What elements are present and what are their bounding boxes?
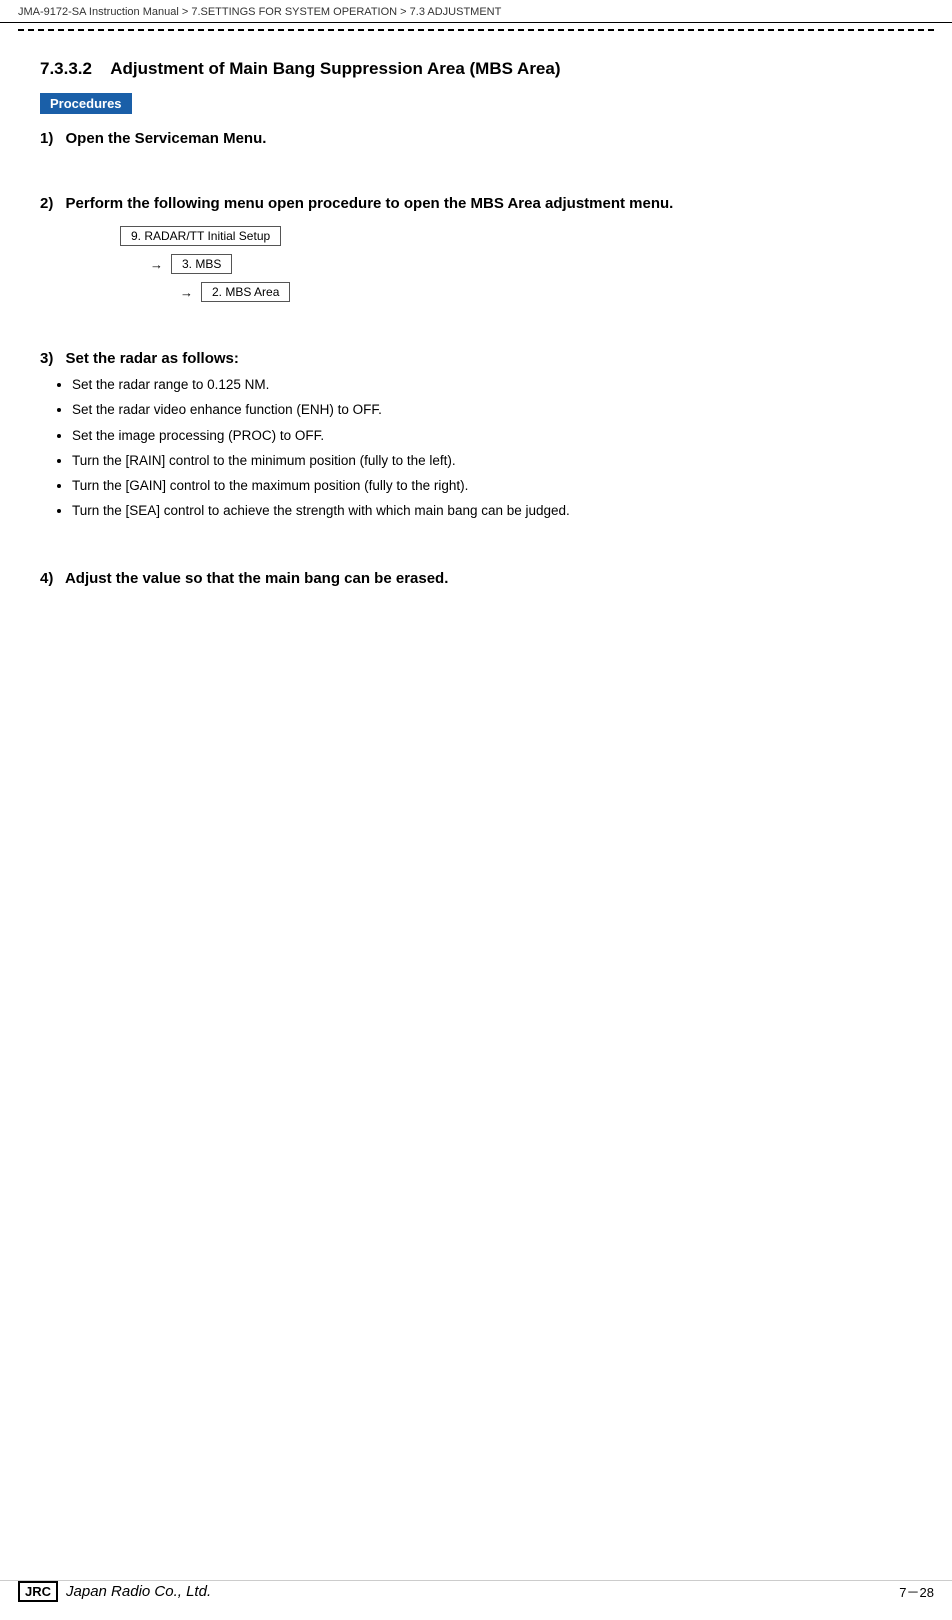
bullet-6: Turn the [SEA] control to achieve the st… <box>72 501 912 521</box>
step-2-text: Perform the following menu open procedur… <box>66 195 674 212</box>
step-4-number: 4) <box>40 570 53 587</box>
arrow-1: → <box>150 257 163 272</box>
menu-row-1: 9. RADAR/TT Initial Setup <box>120 226 912 246</box>
step-3-text: Set the radar as follows: <box>66 350 239 367</box>
menu-row-2: → 3. MBS <box>150 254 912 274</box>
page-number: 7－28 <box>899 1582 934 1601</box>
bullet-2: Set the radar video enhance function (EN… <box>72 400 912 420</box>
arrow-2: → <box>180 285 193 300</box>
procedures-badge: Procedures <box>40 93 132 114</box>
bullet-5: Turn the [GAIN] control to the maximum p… <box>72 476 912 496</box>
jrc-label: JRC <box>18 1581 58 1602</box>
section-heading: 7.3.3.2 Adjustment of Main Bang Suppress… <box>40 59 912 79</box>
bullet-4: Turn the [RAIN] control to the minimum p… <box>72 451 912 471</box>
section-number: 7.3.3.2 <box>40 59 92 78</box>
menu-box-3: 2. MBS Area <box>201 282 290 302</box>
step-3-header: 3) Set the radar as follows: <box>40 350 912 367</box>
step-1-number: 1) <box>40 130 53 147</box>
step-2-number: 2) <box>40 195 53 212</box>
menu-box-2: 3. MBS <box>171 254 232 274</box>
step-1-header: 1) Open the Serviceman Menu. <box>40 130 912 147</box>
main-content: 7.3.3.2 Adjustment of Main Bang Suppress… <box>0 31 952 695</box>
menu-box-1: 9. RADAR/TT Initial Setup <box>120 226 281 246</box>
step-1: 1) Open the Serviceman Menu. <box>40 130 912 147</box>
bullet-3: Set the image processing (PROC) to OFF. <box>72 426 912 446</box>
step-3-bullets: Set the radar range to 0.125 NM. Set the… <box>72 375 912 522</box>
menu-path: 9. RADAR/TT Initial Setup → 3. MBS → 2. … <box>120 226 912 302</box>
footer-logo: JRC Japan Radio Co., Ltd. <box>18 1581 211 1602</box>
step-3-number: 3) <box>40 350 53 367</box>
step-4-text: Adjust the value so that the main bang c… <box>65 570 448 587</box>
step-2: 2) Perform the following menu open proce… <box>40 195 912 302</box>
menu-row-3: → 2. MBS Area <box>180 282 912 302</box>
footer: JRC Japan Radio Co., Ltd. 7－28 <box>0 1580 952 1602</box>
breadcrumb: JMA-9172-SA Instruction Manual > 7.SETTI… <box>0 0 952 23</box>
step-4-header: 4) Adjust the value so that the main ban… <box>40 570 912 587</box>
company-name: Japan Radio Co., Ltd. <box>66 1583 211 1600</box>
step-2-header: 2) Perform the following menu open proce… <box>40 195 912 212</box>
step-1-text: Open the Serviceman Menu. <box>66 130 267 147</box>
section-title: Adjustment of Main Bang Suppression Area… <box>110 59 560 78</box>
step-3: 3) Set the radar as follows: Set the rad… <box>40 350 912 522</box>
bullet-1: Set the radar range to 0.125 NM. <box>72 375 912 395</box>
step-4: 4) Adjust the value so that the main ban… <box>40 570 912 587</box>
